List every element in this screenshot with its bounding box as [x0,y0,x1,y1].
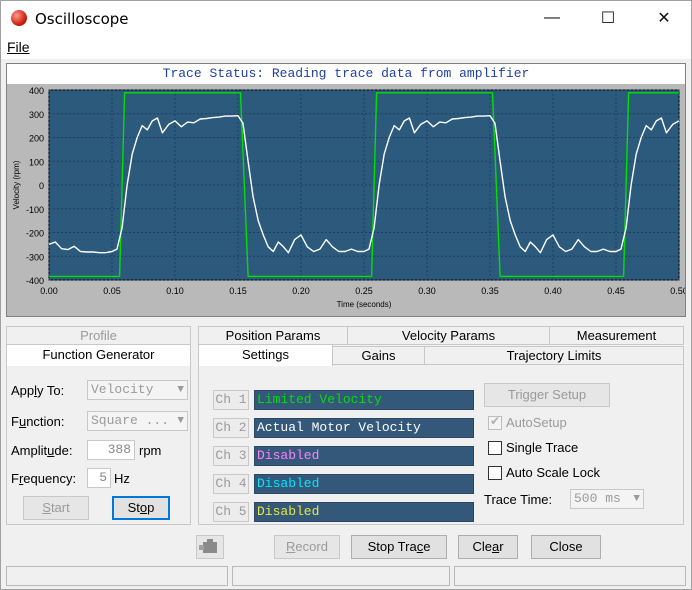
auto-setup-label: AutoSetup [506,415,567,430]
x-tick-label: 0.35 [481,286,499,296]
window-title: Oscilloscope [35,10,129,28]
amplitude-label: Amplitude: [11,443,73,458]
minimize-button[interactable]: — [529,1,575,35]
x-tick-label: 0.40 [544,286,562,296]
channel-4-label[interactable]: Ch 4 [213,474,249,494]
stop-trace-button[interactable]: Stop Trace [351,535,447,559]
x-tick-label: 0.50 [670,286,685,296]
y-tick-label: -200 [26,229,44,239]
function-label: Function: [11,414,65,429]
auto-scale-lock-checkbox[interactable] [488,466,502,480]
y-tick-label: 0 [39,181,44,191]
status-cell-1 [6,566,228,586]
x-axis-label: Time (seconds) [337,300,392,309]
tab-measurement[interactable]: Measurement [549,326,684,345]
chevron-down-icon: ▼ [177,384,184,396]
clear-button[interactable]: Clear [458,535,518,559]
tab-profile[interactable]: Profile [6,326,191,345]
x-tick-label: 0.00 [40,286,58,296]
channel-5-label[interactable]: Ch 5 [213,502,249,522]
record-button[interactable]: Record [274,535,340,559]
apply-to-select[interactable]: Velocity ▼ [87,380,188,400]
channel-2-signal[interactable]: Actual Motor Velocity [254,418,474,438]
chevron-down-icon: ▼ [177,415,184,427]
scope-panel: Trace Status: Reading trace data from am… [6,63,686,317]
tab-position-params[interactable]: Position Params [198,326,348,345]
menu-file[interactable]: File [7,39,30,55]
trace-time-select[interactable]: 500 ms ▼ [570,489,644,509]
x-tick-label: 0.10 [166,286,184,296]
frequency-input[interactable]: 5 [87,468,111,488]
amplitude-unit: rpm [139,443,162,458]
start-button[interactable]: Start [23,496,89,520]
auto-setup-checkbox[interactable]: ✔ [488,414,502,430]
y-tick-label: 100 [29,157,44,167]
title-bar: Oscilloscope — ☐ ✕ [1,1,691,35]
maximize-button[interactable]: ☐ [585,1,631,35]
x-tick-label: 0.20 [292,286,310,296]
function-generator-panel: Apply To: Velocity ▼ Function: Square ...… [6,365,191,525]
channel-3-label[interactable]: Ch 3 [213,446,249,466]
y-tick-label: 300 [29,110,44,120]
tab-velocity-params[interactable]: Velocity Params [347,326,550,345]
single-trace-checkbox[interactable] [488,441,502,455]
channel-3-signal[interactable]: Disabled [254,446,474,466]
tab-gains[interactable]: Gains [332,346,425,365]
app-icon [11,10,27,26]
checkmark-icon: ✔ [490,414,501,428]
frequency-unit: Hz [114,471,130,486]
chevron-down-icon: ▼ [633,493,640,505]
x-tick-label: 0.15 [229,286,247,296]
x-tick-label: 0.05 [103,286,121,296]
amplitude-input[interactable]: 388 [87,440,135,460]
close-window-button[interactable]: ✕ [641,1,687,35]
auto-scale-lock-label: Auto Scale Lock [506,465,600,480]
channel-2-label[interactable]: Ch 2 [213,418,249,438]
plugin-button[interactable] [196,535,224,559]
channel-1-signal[interactable]: Limited Velocity [254,390,474,410]
close-button[interactable]: Close [531,535,601,559]
channel-4-signal[interactable]: Disabled [254,474,474,494]
y-tick-label: 200 [29,134,44,144]
tab-function-generator[interactable]: Function Generator [6,344,191,366]
apply-to-label: Apply To: [11,383,65,398]
oscilloscope-window: Oscilloscope — ☐ ✕ File Trace Status: Re… [0,0,692,590]
trace-time-label: Trace Time: [484,492,553,507]
channel-5-signal[interactable]: Disabled [254,502,474,522]
trace-status: Trace Status: Reading trace data from am… [7,64,685,84]
tab-settings[interactable]: Settings [198,344,333,366]
status-cell-2 [232,566,450,586]
status-cell-3 [454,566,686,586]
y-axis-label: Velocity (rpm) [12,160,21,209]
x-tick-label: 0.25 [355,286,373,296]
x-tick-label: 0.45 [607,286,625,296]
frequency-label: Frequency: [11,471,77,486]
channel-1-label[interactable]: Ch 1 [213,390,249,410]
stop-button[interactable]: Stop [112,496,170,520]
y-tick-label: 400 [29,86,44,96]
y-tick-label: -300 [26,252,44,262]
function-select[interactable]: Square ... ▼ [87,411,188,431]
trigger-setup-button[interactable]: Trigger Setup [484,383,610,407]
single-trace-label: Single Trace [506,440,579,455]
menu-bar: File [1,35,691,59]
y-tick-label: -100 [26,205,44,215]
settings-panel: Ch 1 Limited Velocity Ch 2 Actual Motor Vel… [198,365,684,525]
puzzle-icon [199,539,217,553]
tab-trajectory-limits[interactable]: Trajectory Limits [424,346,684,365]
x-tick-label: 0.30 [418,286,436,296]
oscilloscope-chart: 400 300 200 100 0 -100 -200 -300 -4000.00 0.05 0.1… [7,84,685,316]
y-tick-label: -400 [26,276,44,286]
